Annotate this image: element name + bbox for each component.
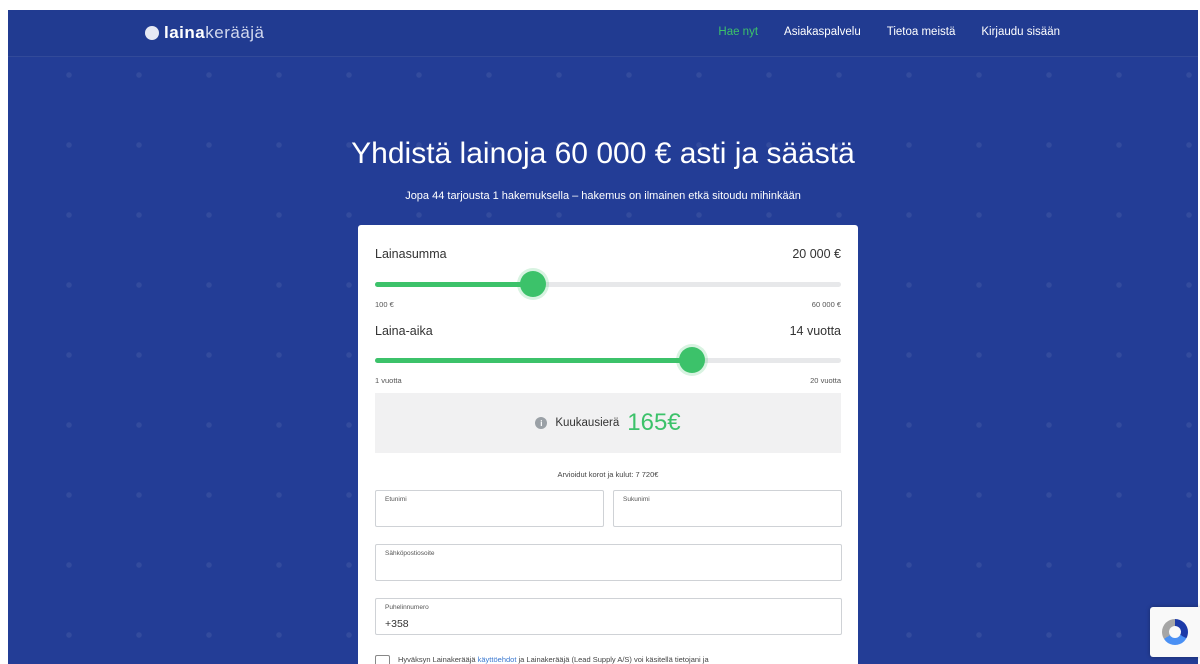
last-name-field[interactable]: Sukunimi xyxy=(613,490,842,527)
term-header: Laina-aika 14 vuotta xyxy=(375,324,841,338)
email-field[interactable]: Sähköpostiosoite xyxy=(375,544,842,581)
email-label: Sähköpostiosoite xyxy=(385,550,435,557)
logo-text-light: kerääjä xyxy=(205,23,265,42)
term-value: 14 vuotta xyxy=(789,324,841,338)
main-nav: Hae nyt Asiakaspalvelu Tietoa meistä Kir… xyxy=(718,26,1060,38)
first-name-field[interactable]: Etunimi xyxy=(375,490,604,527)
consent-row: Hyväksyn Lainakerääjä käyttöehdot ja Lai… xyxy=(375,655,709,664)
terms-link[interactable]: käyttöehdot xyxy=(478,655,517,664)
nav-link-customer-service[interactable]: Asiakaspalvelu xyxy=(784,26,861,38)
term-range-labels: 1 vuotta 20 vuotta xyxy=(375,376,841,385)
logo-circle-icon xyxy=(145,26,159,40)
amount-range-labels: 100 € 60 000 € xyxy=(375,300,841,309)
estimated-costs: Arvioidut korot ja kulut: 7 720€ xyxy=(557,470,659,479)
nav-link-apply[interactable]: Hae nyt xyxy=(718,26,758,38)
term-max-label: 20 vuotta xyxy=(810,376,841,385)
loan-calculator-card: Lainasumma 20 000 € 100 € 60 000 € Laina… xyxy=(358,225,858,664)
amount-max-label: 60 000 € xyxy=(811,300,841,309)
first-name-label: Etunimi xyxy=(385,496,407,503)
monthly-payment-box: i Kuukausierä 165€ xyxy=(375,393,841,453)
term-slider-handle[interactable] xyxy=(678,347,705,373)
page-subtitle: Jopa 44 tarjousta 1 hakemuksella – hakem… xyxy=(405,190,801,202)
info-icon[interactable]: i xyxy=(535,417,548,429)
site-logo[interactable]: laina kerääjä xyxy=(145,23,265,43)
phone-value: +358 xyxy=(385,618,409,630)
phone-field[interactable]: Puhelinnumero +358 xyxy=(375,598,842,635)
consent-checkbox[interactable] xyxy=(375,655,390,664)
term-slider[interactable] xyxy=(375,347,841,373)
amount-slider[interactable] xyxy=(375,271,841,297)
hero-section: laina kerääjä Hae nyt Asiakaspalvelu Tiet… xyxy=(8,10,1198,664)
amount-min-label: 100 € xyxy=(375,300,394,309)
amount-value: 20 000 € xyxy=(792,247,841,261)
logo-text-bold: laina xyxy=(164,23,206,42)
phone-label: Puhelinnumero xyxy=(385,604,429,611)
amount-label: Lainasumma xyxy=(375,247,447,261)
nav-link-about[interactable]: Tietoa meistä xyxy=(887,26,956,38)
term-min-label: 1 vuotta xyxy=(375,376,402,385)
amount-slider-handle[interactable] xyxy=(520,271,547,297)
consent-prefix: Hyväksyn Lainakerääjä xyxy=(398,655,476,664)
consent-text: Hyväksyn Lainakerääjä käyttöehdot ja Lai… xyxy=(398,655,709,664)
page-title: Yhdistä lainoja 60 000 € asti ja säästä xyxy=(351,137,855,170)
nav-link-login[interactable]: Kirjaudu sisään xyxy=(981,26,1060,38)
recaptcha-badge[interactable] xyxy=(1150,607,1200,657)
last-name-label: Sukunimi xyxy=(623,496,650,503)
term-label: Laina-aika xyxy=(375,324,433,338)
term-slider-fill xyxy=(375,358,692,363)
monthly-payment-label: Kuukausierä xyxy=(555,417,620,429)
amount-header: Lainasumma 20 000 € xyxy=(375,247,841,261)
monthly-payment-value: 165€ xyxy=(627,409,681,436)
recaptcha-icon xyxy=(1162,619,1188,645)
amount-slider-fill xyxy=(375,282,534,287)
top-navbar: laina kerääjä Hae nyt Asiakaspalvelu Tiet… xyxy=(8,10,1198,57)
consent-suffix: ja Lainakerääjä (Lead Supply A/S) voi kä… xyxy=(518,655,709,664)
